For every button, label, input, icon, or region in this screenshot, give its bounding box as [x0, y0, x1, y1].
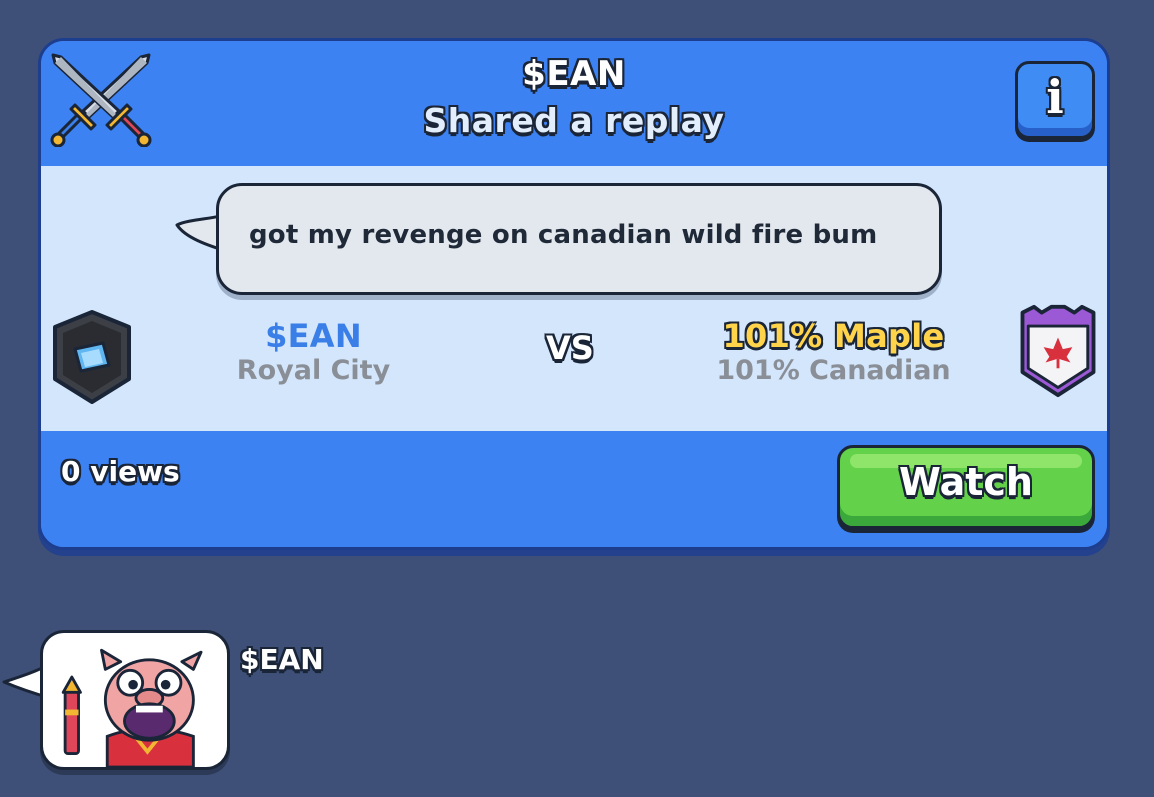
- header-player-name: $EAN: [522, 54, 626, 94]
- watch-button[interactable]: Watch: [837, 445, 1095, 529]
- right-player: 101% Maple 101% Canadian: [711, 317, 956, 387]
- message-bubble: got my revenge on canadian wild fire bum: [216, 183, 942, 295]
- right-player-name: 101% Maple: [722, 317, 945, 355]
- views-count: 0 views: [61, 455, 180, 488]
- left-player: $EAN Royal City: [211, 317, 416, 387]
- emote-sender-name: $EAN: [240, 643, 324, 676]
- info-button[interactable]: i: [1015, 61, 1095, 139]
- right-player-clan: 101% Canadian: [716, 355, 951, 386]
- right-clan-badge-icon: [1020, 304, 1096, 398]
- header-subtitle: Shared a replay: [423, 101, 725, 140]
- left-player-name: $EAN: [265, 317, 362, 355]
- left-player-clan: Royal City: [236, 355, 391, 386]
- emote-bubble: [40, 630, 230, 770]
- replay-card: $EAN Shared a replay i got my revenge on…: [38, 38, 1110, 550]
- pig-firework-emote-icon: [61, 648, 203, 767]
- vs-label: VS: [546, 329, 594, 367]
- watch-button-label: Watch: [899, 460, 1033, 504]
- info-icon: i: [1046, 70, 1064, 124]
- message-text: got my revenge on canadian wild fire bum: [249, 220, 878, 250]
- left-clan-badge-icon: [53, 310, 131, 404]
